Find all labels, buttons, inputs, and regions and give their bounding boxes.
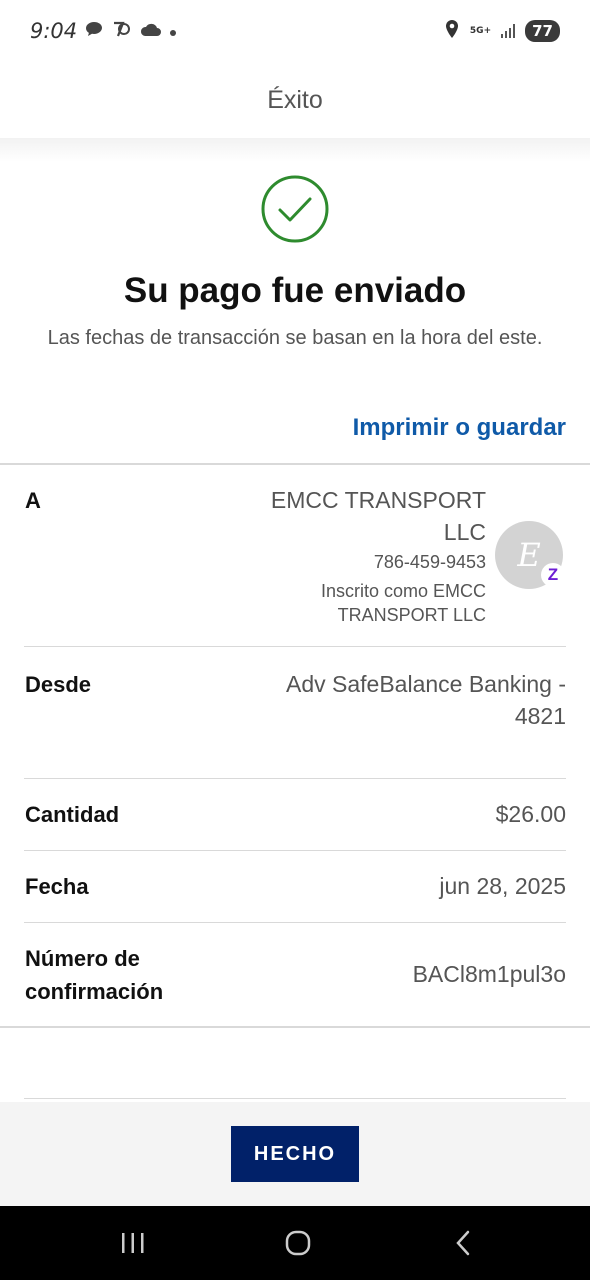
app-header: Éxito (0, 62, 590, 138)
status-time: 9:04 (30, 19, 78, 43)
success-headline: Su pago fue enviado (123, 271, 467, 310)
network-type: 5G+ (469, 25, 492, 36)
amount-value: $26.00 (495, 801, 566, 827)
to-label: A (25, 488, 41, 513)
status-bar: 9:04 5G+ 77 (0, 0, 590, 62)
date-value: jun 28, 2025 (439, 873, 566, 899)
main-content: Su pago fue enviado Las fechas de transa… (0, 138, 590, 1102)
home-icon (285, 1230, 311, 1256)
divider (24, 1098, 566, 1099)
status-bar-left: 9:04 (30, 19, 177, 43)
chat-icon (85, 21, 103, 41)
recent-apps-button[interactable] (93, 1206, 173, 1280)
payee-phone: 786-459-9453 (373, 552, 486, 572)
zelle-badge-icon: Z (541, 563, 565, 587)
amount-label: Cantidad (25, 802, 120, 827)
app-icon (111, 20, 131, 42)
confirmation-number-value: BACl8m1pul3o (412, 961, 566, 987)
from-label: Desde (25, 672, 92, 697)
status-bar-right: 5G+ 77 (444, 19, 560, 43)
divider (24, 778, 566, 779)
signal-icon (501, 24, 516, 38)
recent-apps-icon (122, 1233, 144, 1253)
divider (24, 646, 566, 647)
system-nav-bar (0, 1206, 590, 1280)
page-title: Éxito (267, 85, 323, 114)
back-button[interactable] (423, 1206, 503, 1280)
print-or-save-link[interactable]: Imprimir o guardar (353, 414, 566, 442)
divider (0, 463, 590, 465)
battery-icon: 77 (525, 20, 560, 42)
divider (0, 1026, 590, 1028)
confirmation-number-label: Número de confirmación (25, 946, 164, 1004)
payee-enrolled-as: Inscrito como EMCC TRANSPORT LLC (320, 581, 486, 625)
cloud-icon (139, 22, 162, 41)
done-button[interactable]: HECHO (231, 1126, 359, 1182)
divider (24, 850, 566, 851)
divider (24, 922, 566, 923)
location-icon (444, 19, 460, 43)
date-label: Fecha (25, 874, 89, 899)
avatar-letter: E (517, 536, 541, 574)
home-button[interactable] (258, 1206, 338, 1280)
timezone-note: Las fechas de transacción se basan en la… (47, 327, 543, 349)
check-circle-icon (261, 175, 329, 243)
from-account-value: Adv SafeBalance Banking - 4821 (285, 671, 566, 729)
dot-icon (169, 22, 177, 41)
back-icon (456, 1230, 470, 1256)
footer: HECHO (0, 1102, 590, 1206)
payee-name: EMCC TRANSPORT LLC (270, 487, 486, 545)
